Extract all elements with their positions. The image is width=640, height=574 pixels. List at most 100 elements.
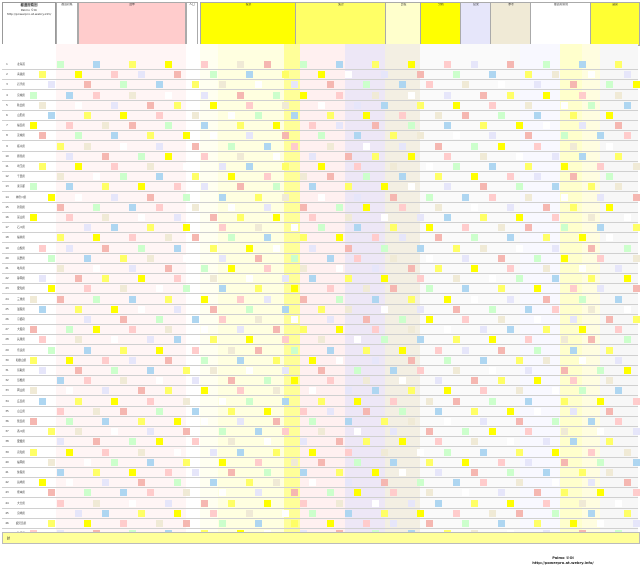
data-cell bbox=[354, 367, 361, 374]
data-cell bbox=[570, 407, 577, 415]
row-number: 8 bbox=[6, 134, 8, 138]
row-number: 9 bbox=[6, 144, 8, 148]
data-cell bbox=[228, 377, 235, 385]
data-cell bbox=[246, 101, 253, 109]
data-cell bbox=[453, 509, 460, 517]
title-block: 都道府県別 Palmo ©Oi http://powerpro.at.webry… bbox=[2, 2, 56, 46]
data-cell bbox=[291, 254, 298, 262]
data-cell bbox=[282, 275, 289, 283]
data-cell bbox=[507, 61, 514, 68]
table-row: 11 埼玉県 bbox=[2, 162, 640, 172]
data-cell bbox=[579, 499, 586, 507]
data-cell bbox=[588, 305, 595, 313]
data-cell bbox=[237, 356, 244, 364]
data-cell bbox=[633, 81, 640, 89]
data-cell bbox=[201, 265, 208, 272]
data-cell bbox=[561, 336, 568, 344]
data-cell bbox=[525, 305, 532, 313]
data-cell bbox=[381, 418, 388, 425]
header-label: 結果 bbox=[473, 2, 479, 6]
data-cell bbox=[597, 428, 604, 436]
data-cell bbox=[147, 193, 154, 201]
table-row: 35 山口県 bbox=[2, 407, 638, 417]
data-cell bbox=[579, 152, 586, 160]
url-label: http://powerpro.at.webry.info/ bbox=[6, 12, 52, 16]
data-cell bbox=[489, 275, 496, 283]
data-cell bbox=[489, 367, 496, 374]
data-cell bbox=[102, 275, 109, 283]
prefecture-name: 岩手県 bbox=[17, 83, 25, 87]
data-cell bbox=[579, 265, 586, 272]
data-cell bbox=[561, 367, 568, 374]
data-cell bbox=[327, 173, 334, 181]
data-cell bbox=[39, 367, 46, 374]
data-cell bbox=[336, 356, 343, 364]
data-cell bbox=[318, 71, 325, 79]
data-cell bbox=[318, 428, 325, 436]
data-cell bbox=[39, 244, 46, 252]
data-cell bbox=[84, 142, 91, 150]
row-number: 21 bbox=[5, 267, 9, 270]
data-cell bbox=[246, 132, 253, 140]
data-cell bbox=[525, 163, 532, 170]
data-cell bbox=[30, 214, 37, 221]
data-cell bbox=[84, 520, 91, 527]
data-cell bbox=[354, 336, 361, 344]
data-cell bbox=[237, 295, 244, 303]
data-cell bbox=[30, 387, 37, 395]
data-cell bbox=[453, 397, 460, 405]
prefecture-name: 長崎県 bbox=[17, 481, 25, 485]
data-cell bbox=[327, 377, 334, 385]
data-cell bbox=[597, 163, 604, 170]
data-cell bbox=[624, 132, 631, 140]
table-row: 22 静岡県 bbox=[2, 274, 638, 285]
data-cell bbox=[246, 397, 253, 405]
prefecture-name: 京都府 bbox=[17, 318, 25, 321]
data-cell bbox=[246, 275, 253, 283]
data-cell bbox=[345, 448, 352, 456]
data-cell bbox=[579, 234, 586, 242]
table-row: 25 滋賀県 bbox=[2, 305, 638, 315]
data-cell bbox=[165, 387, 172, 395]
data-cell bbox=[129, 356, 136, 364]
data-cell bbox=[246, 71, 253, 79]
data-cell bbox=[489, 71, 496, 79]
data-cell bbox=[237, 326, 244, 334]
data-cell bbox=[255, 81, 262, 89]
data-cell bbox=[147, 224, 154, 232]
data-cell bbox=[183, 367, 190, 374]
data-cell bbox=[543, 499, 550, 507]
data-cell bbox=[93, 265, 100, 272]
data-cell bbox=[462, 254, 469, 262]
data-cell bbox=[75, 428, 82, 436]
data-cell bbox=[471, 469, 478, 476]
data-cell bbox=[93, 438, 100, 446]
data-cell bbox=[219, 81, 226, 89]
data-cell bbox=[561, 163, 568, 170]
row-number: 30 bbox=[5, 358, 9, 362]
data-cell bbox=[318, 224, 325, 232]
data-cell bbox=[480, 244, 487, 252]
data-cell bbox=[219, 458, 226, 466]
data-cell bbox=[336, 61, 343, 68]
data-cell bbox=[84, 489, 91, 497]
data-cell bbox=[606, 81, 613, 89]
data-cell bbox=[471, 265, 478, 272]
data-cell bbox=[156, 173, 163, 181]
data-cell bbox=[255, 520, 262, 527]
data-cell bbox=[399, 234, 406, 242]
data-cell bbox=[228, 438, 235, 446]
data-cell bbox=[462, 285, 469, 293]
data-cell bbox=[201, 326, 208, 334]
data-cell bbox=[453, 305, 460, 313]
data-cell bbox=[318, 458, 325, 466]
data-cell bbox=[255, 193, 262, 201]
data-cell bbox=[291, 520, 298, 527]
data-cell bbox=[390, 397, 397, 405]
data-cell bbox=[489, 132, 496, 140]
data-cell bbox=[237, 183, 244, 191]
credit-block: Palmo ©Oi http://powerpro.at.webry.info/ bbox=[488, 556, 638, 566]
data-cell bbox=[453, 336, 460, 344]
data-cell bbox=[480, 356, 487, 364]
data-cell bbox=[201, 295, 208, 303]
